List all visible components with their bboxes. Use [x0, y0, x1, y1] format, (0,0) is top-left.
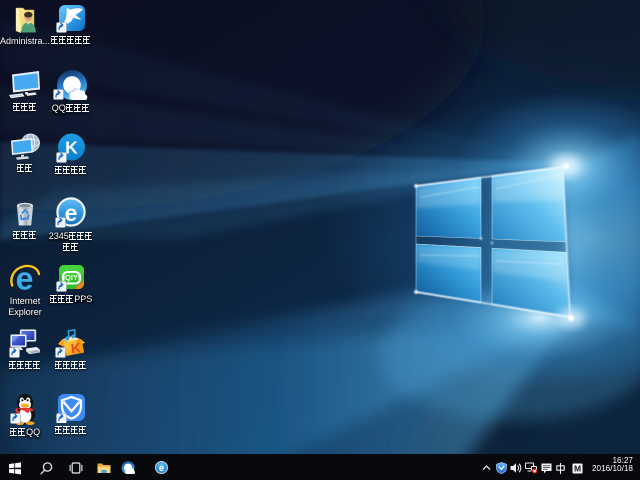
- svg-text:e: e: [65, 200, 78, 226]
- svg-text:iQIYI: iQIYI: [63, 273, 80, 282]
- svg-text:e: e: [158, 463, 163, 474]
- svg-text:K: K: [65, 138, 78, 158]
- svg-text:M: M: [574, 463, 581, 473]
- svg-text:K: K: [70, 339, 82, 356]
